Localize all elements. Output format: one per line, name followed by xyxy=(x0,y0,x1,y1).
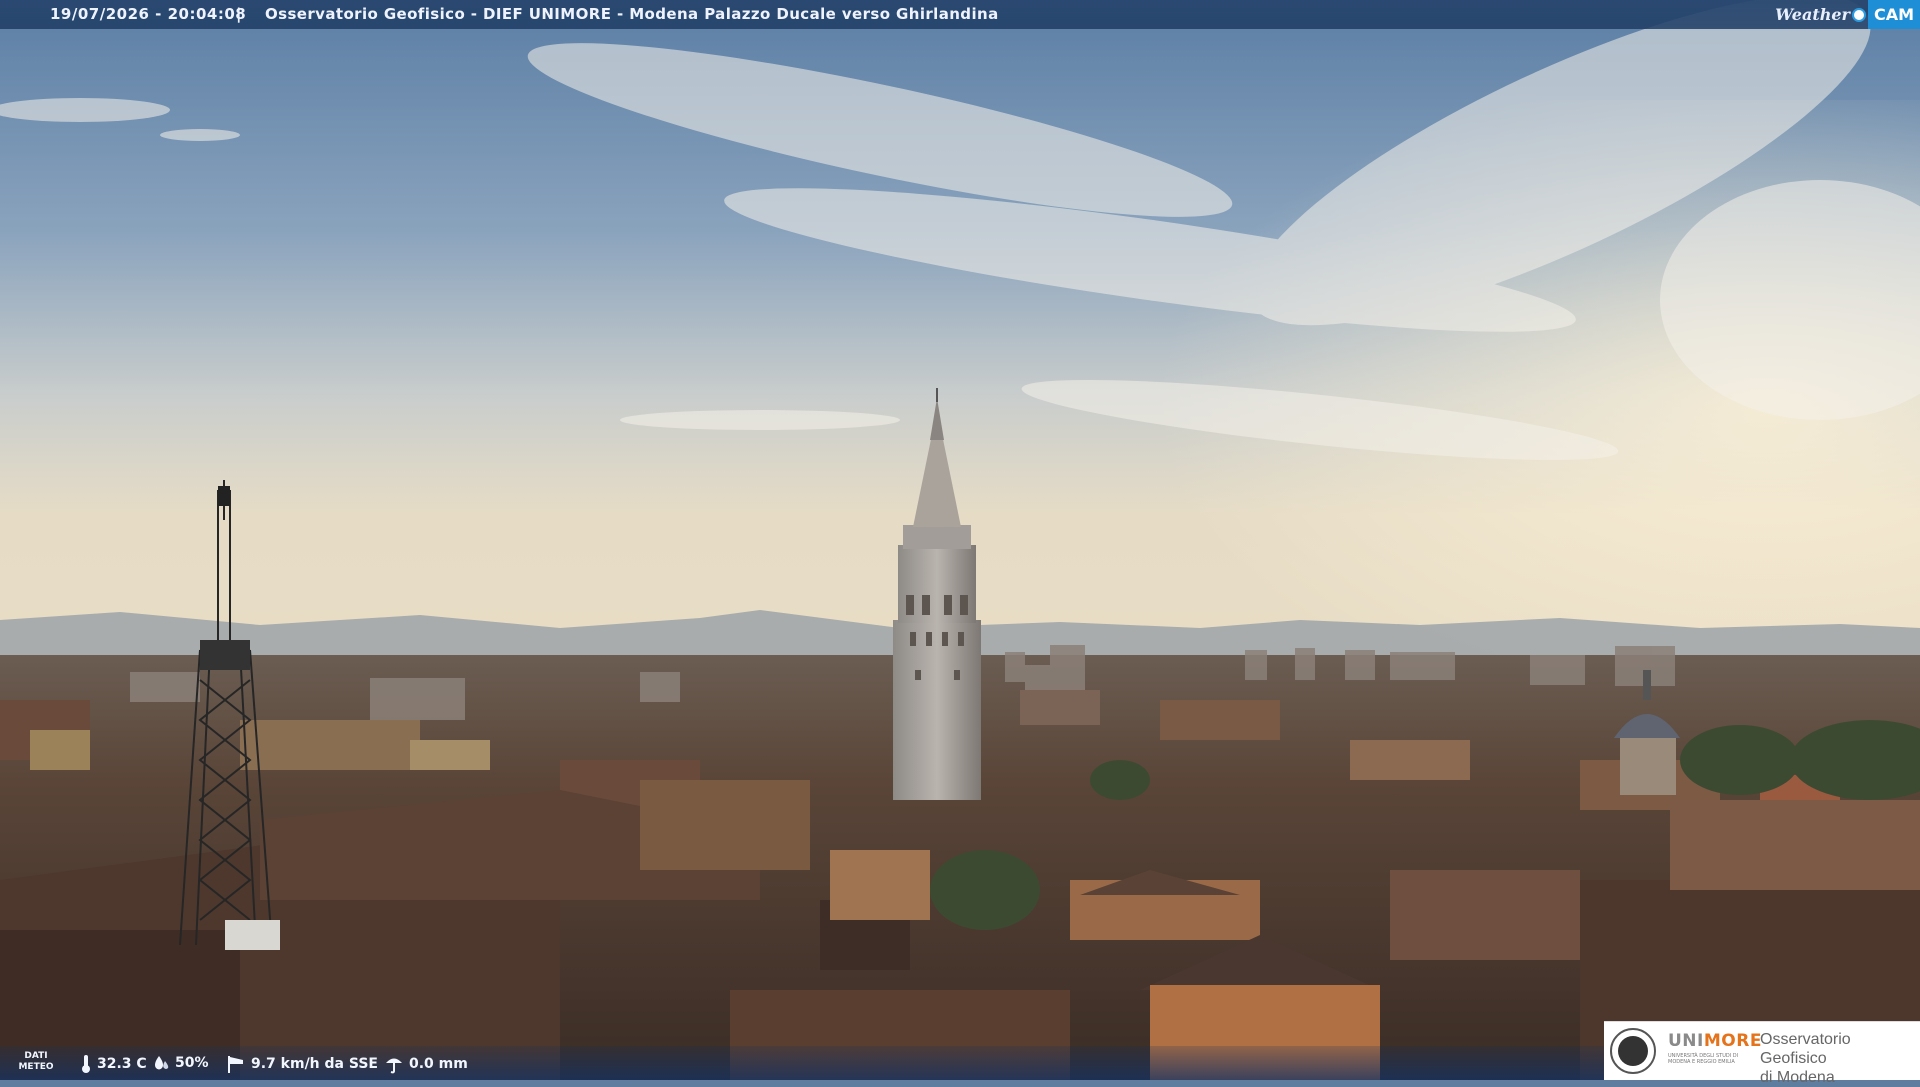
wind-value: 9.7 km/h da SSE xyxy=(251,1056,378,1072)
humidity-reading: 50% xyxy=(152,1054,209,1072)
wind-sock-icon xyxy=(228,1056,243,1073)
rain-gauge-icon xyxy=(386,1058,402,1074)
observatory-name-line2: di Modena xyxy=(1760,1069,1835,1086)
observatory-name: Osservatorio Geofisico di Modena xyxy=(1760,1030,1920,1087)
unimore-logo-panel: UNIMORE Università degli Studi di Modena… xyxy=(1604,1021,1920,1086)
wind-reading: 9.7 km/h da SSE xyxy=(226,1054,378,1074)
caption-separator: | xyxy=(236,5,242,23)
webcam-image xyxy=(0,0,1920,1080)
camera-title: Osservatorio Geofisico - DIEF UNIMORE - … xyxy=(265,5,999,23)
temperature-value: 32.3 C xyxy=(97,1056,147,1072)
rain-value: 0.0 mm xyxy=(409,1056,468,1072)
thermometer-icon xyxy=(82,1055,90,1073)
unimore-subtitle: Università degli Studi di Modena e Reggi… xyxy=(1668,1053,1739,1065)
weather-bar-label-line1: DATI xyxy=(24,1051,48,1061)
weather-bar-label-line2: METEO xyxy=(18,1062,54,1072)
temperature-reading: 32.3 C xyxy=(80,1054,147,1074)
humidity-value: 50% xyxy=(175,1055,209,1071)
unimore-brand: UNIMORE xyxy=(1668,1031,1762,1051)
caption-bar: 19/07/2026 - 20:04:08 | Osservatorio Geo… xyxy=(0,0,1920,29)
unimore-brand-part2: MORE xyxy=(1703,1031,1762,1051)
weathercam-logo: Weather CAM xyxy=(1769,0,1920,29)
rain-reading: 0.0 mm xyxy=(384,1054,468,1074)
unimore-brand-part1: UNI xyxy=(1668,1031,1704,1051)
observatory-name-line1: Osservatorio Geofisico xyxy=(1760,1031,1851,1067)
weathercam-logo-cam: CAM xyxy=(1867,0,1920,29)
weathercam-logo-weather: Weather xyxy=(1775,5,1850,24)
humidity-drop-icon xyxy=(155,1056,169,1070)
timestamp: 19/07/2026 - 20:04:08 xyxy=(50,5,247,23)
weather-bar-label: DATI METEO xyxy=(18,1051,54,1073)
unimore-seal-icon xyxy=(1610,1028,1656,1074)
weathercam-eye-icon xyxy=(1851,7,1866,22)
